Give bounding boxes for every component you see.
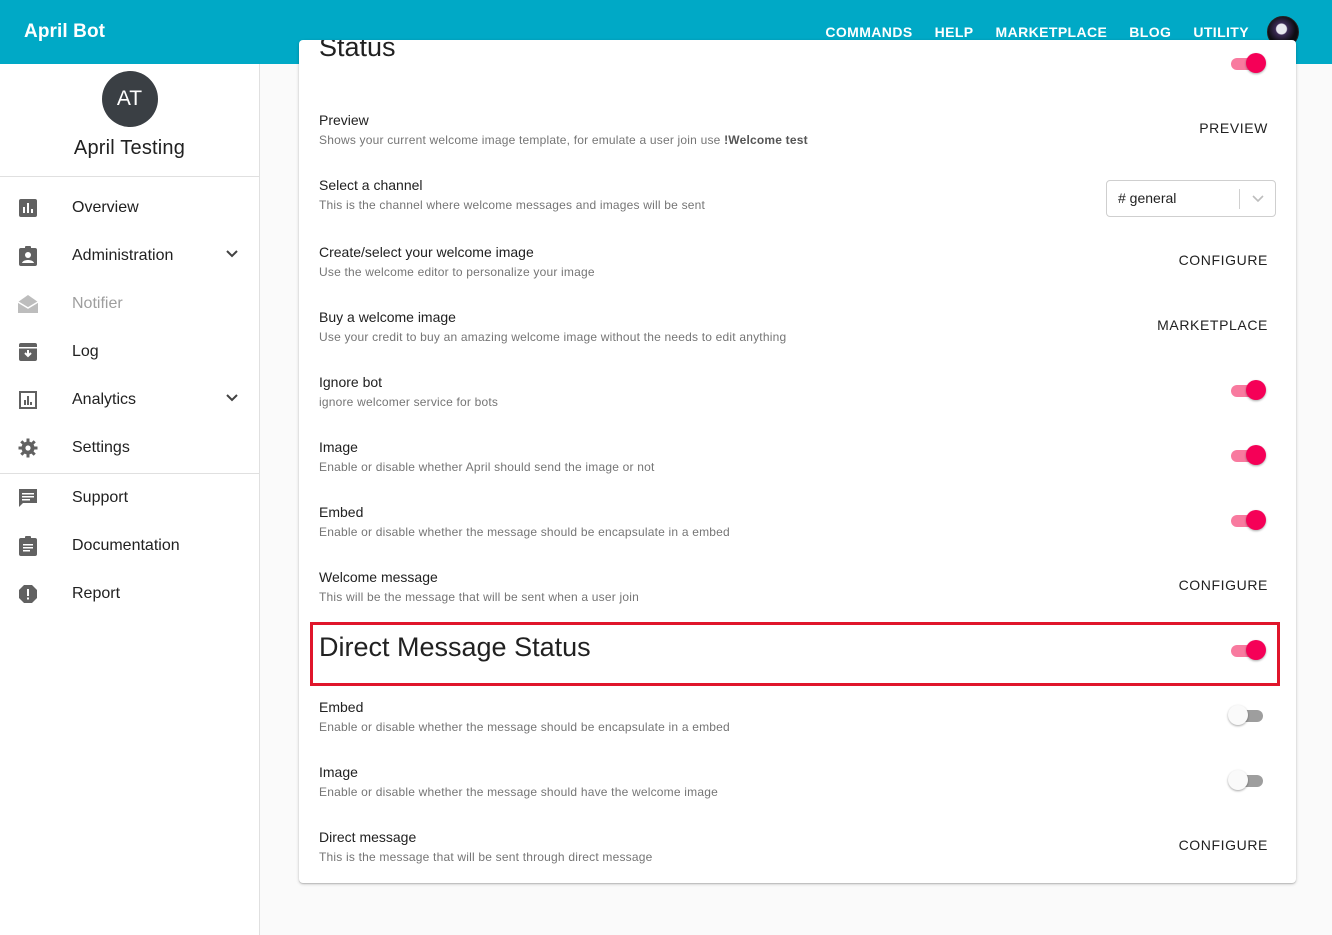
setting-row-dm-image: Image Enable or disable whether the mess… [299, 764, 1296, 824]
setting-row-buy-image: Buy a welcome image Use your credit to b… [299, 309, 1296, 369]
sidebar-item-label: Support [72, 489, 129, 506]
setting-desc: This is the channel where welcome messag… [319, 198, 706, 212]
configure-dm-button[interactable]: CONFIGURE [1179, 837, 1268, 853]
chevron-down-icon[interactable] [225, 391, 239, 410]
setting-row-image: Image Enable or disable whether April sh… [299, 439, 1296, 499]
setting-desc: Use the welcome editor to personalize yo… [319, 265, 595, 279]
alert-icon [18, 584, 38, 604]
channel-select-value: # general [1118, 190, 1177, 206]
configure-message-button[interactable]: CONFIGURE [1179, 577, 1268, 593]
setting-row-welcome-message: Welcome message This will be the message… [299, 569, 1296, 629]
preview-button[interactable]: PREVIEW [1199, 120, 1268, 136]
setting-title: Welcome message [319, 569, 438, 585]
setting-title: Direct message [319, 829, 417, 845]
archive-icon [18, 342, 38, 362]
select-separator [1239, 189, 1240, 209]
setting-desc: Enable or disable whether April should s… [319, 460, 655, 474]
nav-help[interactable]: HELP [935, 24, 974, 40]
clipboard-icon [18, 536, 38, 556]
nav-commands[interactable]: COMMANDS [825, 24, 912, 40]
setting-title: Create/select your welcome image [319, 244, 534, 260]
configure-image-button[interactable]: CONFIGURE [1179, 252, 1268, 268]
drafts-icon [18, 294, 38, 314]
highlight-box [310, 622, 1280, 686]
status-header: Status [319, 40, 396, 62]
sidebar-item-label: Settings [72, 439, 130, 456]
nav-blog[interactable]: BLOG [1129, 24, 1171, 40]
setting-desc: Enable or disable whether the message sh… [319, 785, 718, 799]
sidebar-item-label: Report [72, 585, 121, 602]
sidebar-item-label: Overview [72, 199, 139, 216]
setting-desc: Shows your current welcome image templat… [319, 133, 808, 147]
dm-embed-toggle[interactable] [1228, 704, 1266, 728]
setting-desc: This will be the message that will be se… [319, 590, 639, 604]
image-toggle[interactable] [1228, 444, 1266, 468]
setting-desc: Enable or disable whether the message sh… [319, 525, 730, 539]
nav-utility[interactable]: UTILITY [1193, 24, 1249, 40]
ignore-bot-toggle[interactable] [1228, 379, 1266, 403]
welcome-settings-card: Status Preview Shows your current welcom… [299, 40, 1296, 883]
setting-row-ignore-bot: Ignore bot ignore welcomer service for b… [299, 374, 1296, 434]
sidebar-item-label: Administration [72, 247, 174, 264]
status-toggle[interactable] [1228, 52, 1266, 76]
setting-desc: Enable or disable whether the message sh… [319, 720, 730, 734]
sidebar-item-settings[interactable]: Settings [0, 424, 259, 472]
chevron-down-icon[interactable] [1251, 191, 1265, 210]
sidebar-item-label: Analytics [72, 391, 137, 408]
sidebar-item-administration[interactable]: Administration [0, 232, 259, 280]
dm-image-toggle[interactable] [1228, 769, 1266, 793]
setting-desc: Use your credit to buy an amazing welcom… [319, 330, 787, 344]
bar-chart-icon [18, 198, 38, 218]
sidebar-item-notifier[interactable]: Notifier [0, 280, 259, 328]
setting-title: Image [319, 439, 358, 455]
brand-title[interactable]: April Bot [24, 21, 105, 43]
sidebar-item-overview[interactable]: Overview [0, 184, 259, 232]
setting-title: Ignore bot [319, 374, 383, 390]
chevron-down-icon[interactable] [225, 247, 239, 266]
setting-row-direct-message: Direct message This is the message that … [299, 829, 1296, 883]
setting-desc: This is the message that will be sent th… [319, 850, 653, 864]
sidebar-item-log[interactable]: Log [0, 328, 259, 376]
sidebar-item-report[interactable]: Report [0, 570, 259, 618]
analytics-icon [18, 390, 38, 410]
marketplace-button[interactable]: MARKETPLACE [1157, 317, 1268, 333]
setting-row-welcome-image: Create/select your welcome image Use the… [299, 244, 1296, 304]
sidebar-item-analytics[interactable]: Analytics [0, 376, 259, 424]
setting-desc: ignore welcomer service for bots [319, 395, 499, 409]
sidebar-item-label: Documentation [72, 537, 180, 554]
setting-title: Select a channel [319, 177, 423, 193]
badge-icon [18, 246, 38, 266]
channel-select[interactable]: # general [1106, 180, 1276, 217]
setting-title: Buy a welcome image [319, 309, 456, 325]
gear-icon [18, 438, 38, 458]
sidebar: AT April Testing Overview Administration… [0, 64, 260, 935]
setting-title: Embed [319, 699, 364, 715]
sidebar-item-support[interactable]: Support [0, 474, 259, 522]
profile-name: April Testing [73, 137, 186, 159]
nav-marketplace[interactable]: MARKETPLACE [996, 24, 1108, 40]
profile-header: AT April Testing [0, 64, 259, 177]
setting-row-dm-embed: Embed Enable or disable whether the mess… [299, 699, 1296, 759]
avatar: AT [101, 71, 158, 127]
setting-title: Image [319, 764, 358, 780]
sidebar-item-label: Log [72, 343, 99, 360]
command-text: !Welcome test [724, 133, 808, 147]
sidebar-item-documentation[interactable]: Documentation [0, 522, 259, 570]
setting-title: Embed [319, 504, 364, 520]
sidebar-item-label: Notifier [72, 295, 123, 312]
setting-row-preview: Preview Shows your current welcome image… [299, 112, 1296, 172]
setting-row-embed: Embed Enable or disable whether the mess… [299, 504, 1296, 564]
embed-toggle[interactable] [1228, 509, 1266, 533]
setting-title: Preview [319, 112, 369, 128]
chat-icon [18, 488, 38, 508]
